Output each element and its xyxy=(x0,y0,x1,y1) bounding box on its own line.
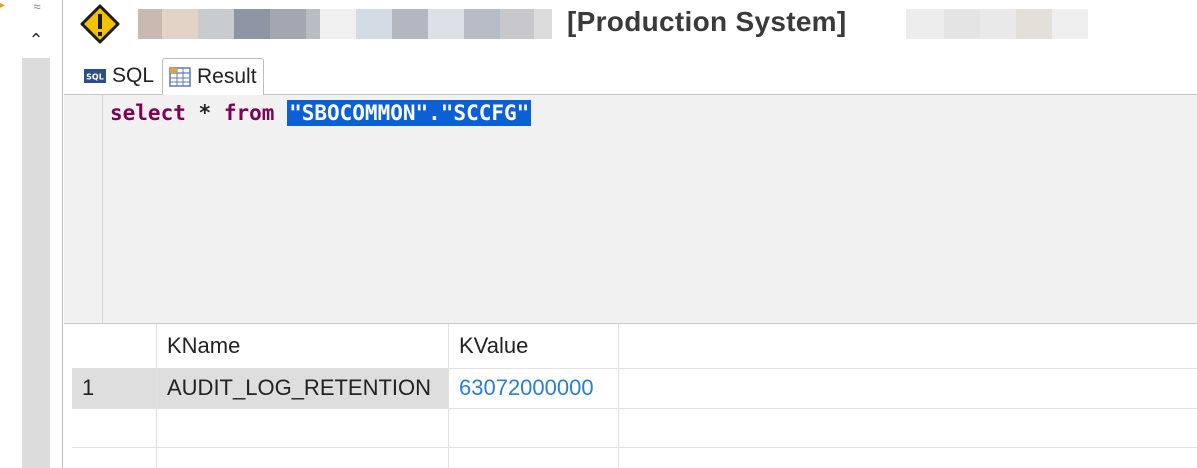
empty-cell xyxy=(72,409,157,447)
tab-sql[interactable]: SQL SQL xyxy=(78,58,160,93)
pin-marker-icon: ▸ xyxy=(0,0,6,11)
tab-result-label: Result xyxy=(197,65,257,88)
sql-tab-icon: SQL xyxy=(84,68,106,83)
empty-row xyxy=(72,448,1197,468)
cell-kname[interactable]: AUDIT_LOG_RETENTION xyxy=(157,368,449,408)
keyword-from: from xyxy=(223,101,275,125)
select-star: * xyxy=(198,101,212,125)
empty-cell xyxy=(619,409,1197,447)
empty-cell xyxy=(157,409,449,447)
minimize-icon[interactable]: ≈ xyxy=(28,0,46,16)
table-row[interactable]: 1 AUDIT_LOG_RETENTION 63072000000 xyxy=(72,368,1197,409)
divider xyxy=(62,0,63,468)
keyword-select: select xyxy=(110,101,186,125)
window-title: [Production System] xyxy=(567,6,847,37)
editor-title-bar: [Production System] xyxy=(64,0,1197,50)
result-grid[interactable]: KName KValue 1 AUDIT_LOG_RETENTION 63072… xyxy=(72,324,1197,468)
tab-bar: SQL SQL Result xyxy=(64,54,1197,96)
row-number: 1 xyxy=(72,368,157,408)
cell-kvalue[interactable]: 63072000000 xyxy=(449,368,619,408)
row-filler xyxy=(619,368,1197,408)
row-number-header xyxy=(72,324,157,368)
empty-cell xyxy=(619,448,1197,468)
empty-cell xyxy=(157,448,449,468)
tab-sql-label: SQL xyxy=(112,63,155,87)
header-filler xyxy=(619,324,1197,368)
tab-result[interactable]: Result xyxy=(162,58,264,96)
left-gutter: ▸ ≈ ⌃ xyxy=(0,0,62,468)
chevron-up-icon[interactable]: ⌃ xyxy=(22,24,50,56)
editor-ruler xyxy=(102,95,103,323)
warning-icon xyxy=(80,4,120,44)
empty-row xyxy=(72,409,1197,448)
grid-header-row: KName KValue xyxy=(72,324,1197,369)
result-tab-icon xyxy=(169,67,191,87)
empty-cell xyxy=(449,448,619,468)
empty-cell xyxy=(449,409,619,447)
sql-editor[interactable]: select * from "SBOCOMMON"."SCCFG" xyxy=(64,95,1197,324)
column-header-kname[interactable]: KName xyxy=(157,324,449,368)
column-header-kvalue[interactable]: KValue xyxy=(449,324,619,368)
empty-cell xyxy=(72,448,157,468)
sql-statement[interactable]: select * from "SBOCOMMON"."SCCFG" xyxy=(110,100,532,126)
side-scroll-strip[interactable] xyxy=(22,58,50,468)
selected-table-name[interactable]: "SBOCOMMON"."SCCFG" xyxy=(287,100,532,126)
svg-text:SQL: SQL xyxy=(86,72,104,81)
